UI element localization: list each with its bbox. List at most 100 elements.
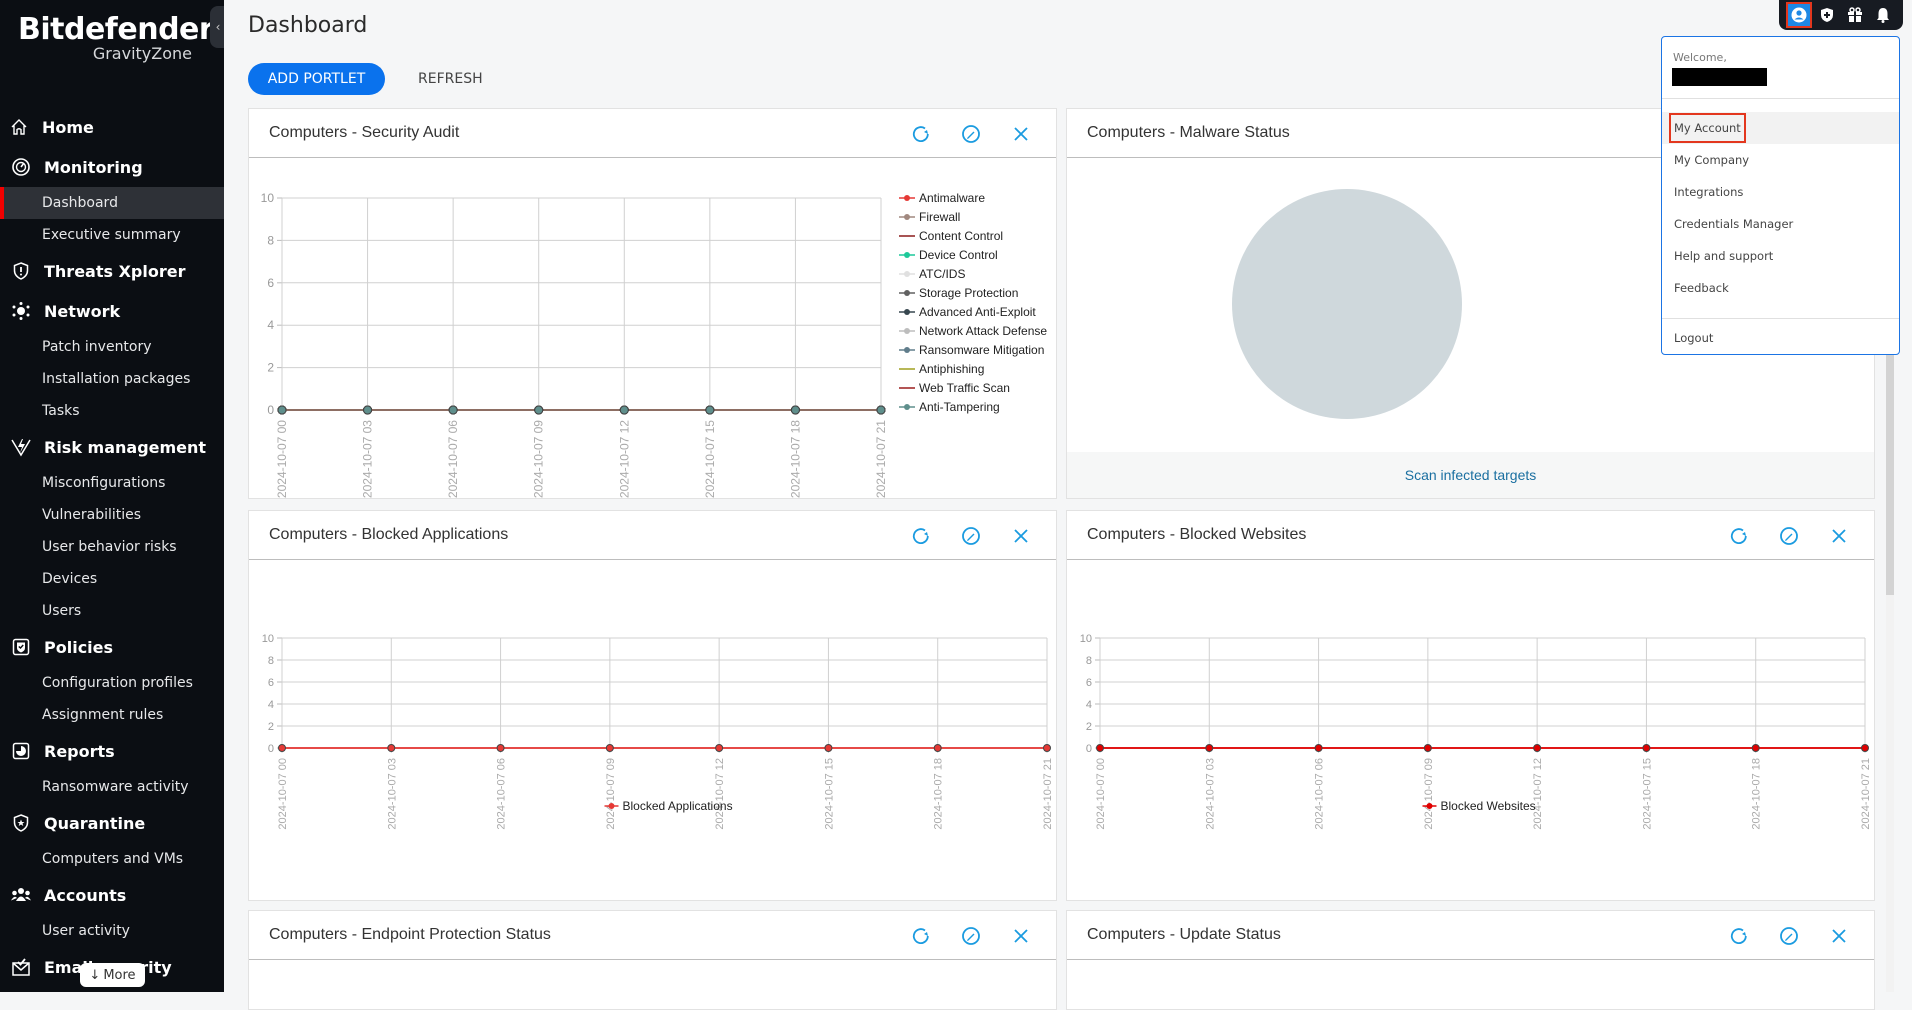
edit-portlet-button[interactable] — [946, 121, 996, 147]
data-point — [605, 744, 614, 752]
add-portlet-button[interactable]: ADD PORTLET — [248, 63, 385, 95]
sidebar-group-quarantine[interactable]: Quarantine — [0, 803, 224, 843]
more-label: More — [103, 967, 136, 983]
edit-portlet-button[interactable] — [946, 923, 996, 949]
close-icon — [1014, 929, 1028, 943]
blocked-applications-chart: 0 2 4 6 8 10 2024-10-07 00 2024-10-07 03 2024-10… — [262, 633, 1054, 830]
sidebar-item-patch-inventory[interactable]: Patch inventory — [0, 331, 224, 363]
more-button[interactable]: ↓ More — [80, 963, 145, 987]
portlet-header[interactable]: Computers - Blocked Websites — [1067, 511, 1874, 560]
sidebar-item-user-activity[interactable]: User activity — [0, 915, 224, 947]
refresh-portlet-button[interactable] — [896, 121, 946, 147]
sidebar-item-assignment-rules[interactable]: Assignment rules — [0, 699, 224, 731]
sidebar-group-network[interactable]: Network — [0, 291, 224, 331]
menu-item-integrations[interactable]: Integrations — [1662, 176, 1899, 208]
sidebar-item-misconfigurations[interactable]: Misconfigurations — [0, 467, 224, 499]
refresh-portlet-button[interactable] — [896, 523, 946, 549]
sidebar-item-ransomware-activity[interactable]: Ransomware activity — [0, 771, 224, 803]
refresh-portlet-button[interactable] — [1714, 923, 1764, 949]
x-tick-label: 2024-10-07 15 — [703, 420, 717, 498]
portlet-security-audit: Computers - Security Audit 0 2 4 6 8 10 2024-1… — [248, 108, 1057, 499]
menu-item-help-and-support[interactable]: Help and support — [1662, 240, 1899, 272]
sidebar-item-computers-and-vms[interactable]: Computers and VMs — [0, 843, 224, 875]
legend-marker — [608, 803, 615, 809]
close-portlet-button[interactable] — [1814, 523, 1864, 549]
sidebar-group-monitoring[interactable]: Monitoring — [0, 147, 224, 187]
notifications-button[interactable] — [1872, 4, 1894, 26]
menu-item-my-company[interactable]: My Company — [1662, 144, 1899, 176]
x-tick-label: 2024-10-07 18 — [788, 420, 802, 498]
sidebar-item-users[interactable]: Users — [0, 595, 224, 627]
data-point — [1533, 744, 1542, 752]
x-tick-label: 2024-10-07 06 — [496, 758, 508, 830]
x-tick-label: 2024-10-07 15 — [823, 758, 835, 830]
edit-portlet-button[interactable] — [946, 523, 996, 549]
edit-portlet-button[interactable] — [1764, 923, 1814, 949]
refresh-portlet-button[interactable] — [1714, 523, 1764, 549]
page-scrollbar[interactable] — [1886, 355, 1894, 992]
menu-item-feedback[interactable]: Feedback — [1662, 272, 1899, 304]
protection-button[interactable] — [1816, 4, 1838, 26]
legend-label: Ransomware Mitigation — [919, 343, 1044, 357]
pie-slice-empty — [1232, 189, 1462, 419]
sidebar-group-policies[interactable]: Policies — [0, 627, 224, 667]
data-point — [876, 405, 886, 415]
close-portlet-button[interactable] — [996, 923, 1046, 949]
data-point — [277, 405, 287, 415]
sidebar-group-reports[interactable]: Reports — [0, 731, 224, 771]
user-account-button[interactable] — [1786, 2, 1812, 28]
y-tick-label: 8 — [267, 233, 274, 247]
sidebar-item-configuration-profiles[interactable]: Configuration profiles — [0, 667, 224, 699]
legend-marker — [904, 309, 910, 315]
x-tick-label: 2024-10-07 12 — [714, 758, 726, 830]
edit-icon — [962, 125, 980, 143]
x-tick-label: 2024-10-07 21 — [1860, 758, 1872, 830]
data-point — [363, 405, 373, 415]
shield-alert-icon — [10, 260, 32, 282]
portlet-header[interactable]: Computers - Blocked Applications — [249, 511, 1056, 560]
legend-label: Anti-Tampering — [919, 400, 1000, 414]
portlet-actions — [896, 523, 1046, 549]
close-portlet-button[interactable] — [1814, 923, 1864, 949]
welcome-label: Welcome, — [1673, 51, 1727, 64]
sidebar-group-accounts[interactable]: Accounts — [0, 875, 224, 915]
scan-infected-targets-link[interactable]: Scan infected targets — [1405, 467, 1537, 483]
menu-item-logout[interactable]: Logout — [1662, 322, 1899, 354]
gift-button[interactable] — [1844, 4, 1866, 26]
data-point — [1423, 744, 1432, 752]
refresh-portlet-button[interactable] — [896, 923, 946, 949]
sidebar-group-home[interactable]: Home — [0, 107, 224, 147]
close-portlet-button[interactable] — [996, 523, 1046, 549]
menu-divider — [1662, 318, 1899, 319]
users-icon — [10, 884, 32, 906]
sidebar-group-risk-management[interactable]: Risk management — [0, 427, 224, 467]
blocked-websites-chart: 0 2 4 6 8 10 2024-10-07 00 2024-10-07 03 2024-10… — [1080, 633, 1872, 830]
bitdefender-logo[interactable]: Bitdefender GravityZone — [18, 12, 214, 63]
y-tick-label: 2 — [1086, 721, 1092, 733]
sidebar: Bitdefender GravityZone ‹ Home Monitoring… — [0, 0, 226, 992]
portlet-title: Computers - Update Status — [1087, 926, 1281, 943]
menu-item-credentials-manager[interactable]: Credentials Manager — [1662, 208, 1899, 240]
sidebar-item-executive-summary[interactable]: Executive summary — [0, 219, 224, 251]
sidebar-item-devices[interactable]: Devices — [0, 563, 224, 595]
sidebar-item-installation-packages[interactable]: Installation packages — [0, 363, 224, 395]
sidebar-item-vulnerabilities[interactable]: Vulnerabilities — [0, 499, 224, 531]
portlet-header[interactable]: Computers - Endpoint Protection Status — [249, 911, 1056, 960]
y-tick-label: 4 — [267, 318, 274, 332]
data-point — [278, 744, 286, 752]
sidebar-item-user-behavior-risks[interactable]: User behavior risks — [0, 531, 224, 563]
scrollbar-thumb[interactable] — [1886, 355, 1894, 595]
refresh-button[interactable]: REFRESH — [418, 63, 483, 95]
refresh-icon — [1730, 528, 1747, 544]
portlet-header[interactable]: Computers - Security Audit — [249, 109, 1056, 158]
legend-marker — [904, 347, 910, 353]
sidebar-group-threats-xplorer[interactable]: Threats Xplorer — [0, 251, 224, 291]
data-point — [933, 744, 942, 752]
close-portlet-button[interactable] — [996, 121, 1046, 147]
edit-icon — [1780, 927, 1798, 945]
edit-portlet-button[interactable] — [1764, 523, 1814, 549]
portlet-header[interactable]: Computers - Update Status — [1067, 911, 1874, 960]
menu-item-my-account[interactable]: My Account — [1662, 112, 1899, 144]
sidebar-item-dashboard[interactable]: Dashboard — [0, 187, 224, 219]
sidebar-item-tasks[interactable]: Tasks — [0, 395, 224, 427]
